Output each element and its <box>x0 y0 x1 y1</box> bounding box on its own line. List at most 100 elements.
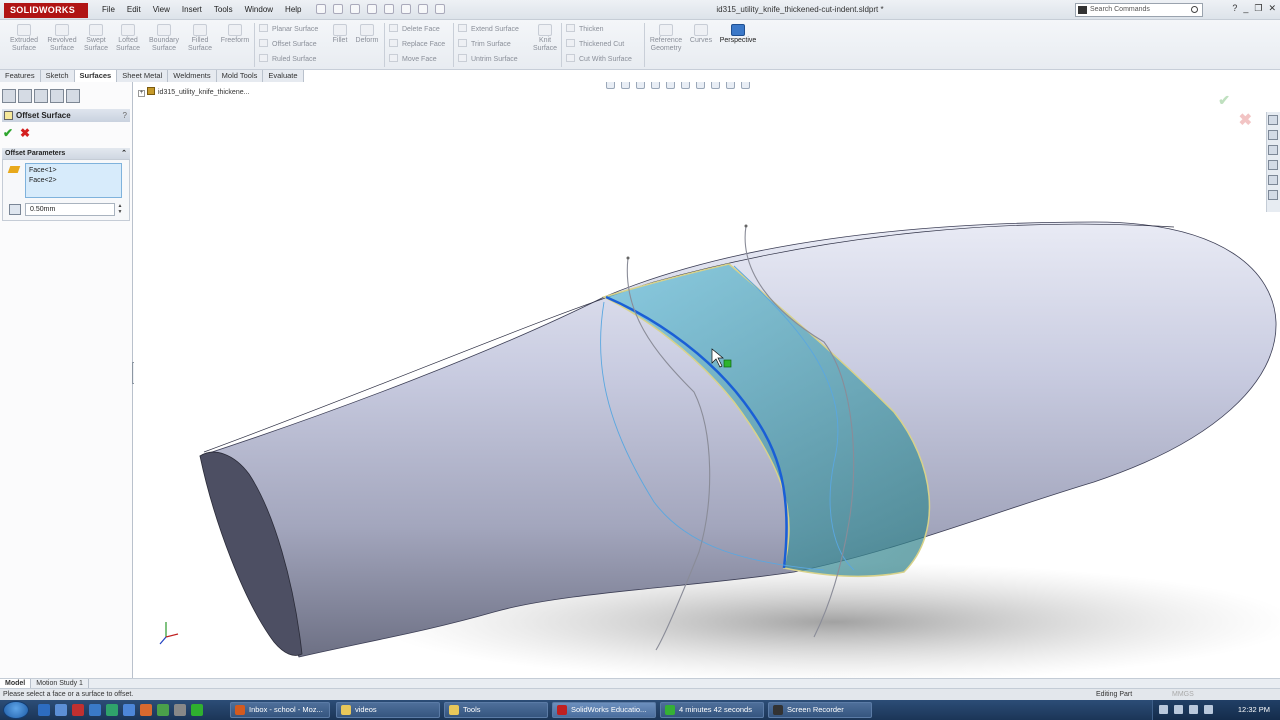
ok-button[interactable]: ✔ <box>3 126 13 140</box>
search-icon[interactable] <box>1191 6 1198 13</box>
list-item[interactable]: Face<2> <box>29 176 118 186</box>
clock[interactable]: 12:32 PM <box>1238 700 1270 720</box>
thicken-button[interactable]: Thicken <box>566 24 604 34</box>
fillet-button[interactable]: Fillet <box>326 24 354 45</box>
tray-up-arrow-icon[interactable] <box>1159 705 1168 714</box>
restore-icon[interactable]: ❐ <box>1254 3 1262 14</box>
filled-surface-button[interactable]: Filled Surface <box>184 24 216 53</box>
app-icon[interactable] <box>191 704 203 716</box>
tab-sheet-metal[interactable]: Sheet Metal <box>117 70 169 82</box>
menu-edit[interactable]: Edit <box>121 0 147 20</box>
perspective-button[interactable]: Perspective <box>716 24 760 45</box>
status-units[interactable]: MMGS <box>1172 689 1194 700</box>
action-center-icon[interactable] <box>1204 705 1213 714</box>
solidworks-launch-icon[interactable] <box>72 704 84 716</box>
list-item[interactable]: Face<1> <box>29 166 118 176</box>
extruded-surface-button[interactable]: Extruded Surface <box>6 24 42 53</box>
dimxpert-manager-icon[interactable] <box>50 89 64 103</box>
network-icon[interactable] <box>1174 705 1183 714</box>
collapse-icon[interactable]: ⌃ <box>121 148 127 159</box>
trim-surface-button[interactable]: Trim Surface <box>458 39 511 49</box>
menu-file[interactable]: File <box>96 0 121 20</box>
help-icon[interactable]: ? <box>123 109 127 122</box>
zoom-area-icon[interactable] <box>621 82 630 89</box>
view-palette-icon[interactable] <box>1268 160 1278 170</box>
move-face-button[interactable]: Move Face <box>389 54 437 64</box>
taskbar-item-inbox[interactable]: Inbox - school - Moz... <box>230 702 330 718</box>
lofted-surface-button[interactable]: Lofted Surface <box>112 24 144 53</box>
print-icon[interactable] <box>367 4 377 14</box>
app-icon[interactable] <box>157 704 169 716</box>
close-icon[interactable]: ✕ <box>1268 3 1276 14</box>
knife-handle-model[interactable] <box>134 82 1280 678</box>
offset-distance-input[interactable]: 0.50mm <box>25 203 115 216</box>
menu-tools[interactable]: Tools <box>208 0 239 20</box>
ruled-surface-button[interactable]: Ruled Surface <box>259 54 316 64</box>
hide-show-items-icon[interactable] <box>696 82 705 89</box>
volume-icon[interactable] <box>1189 705 1198 714</box>
tab-motion-study[interactable]: Motion Study 1 <box>31 679 89 688</box>
edit-appearance-icon[interactable] <box>711 82 720 89</box>
knit-surface-button[interactable]: Knit Surface <box>530 24 560 53</box>
menu-view[interactable]: View <box>147 0 176 20</box>
untrim-surface-button[interactable]: Untrim Surface <box>458 54 518 64</box>
distance-spinner[interactable]: ▲ ▼ <box>116 203 124 216</box>
firefox-icon[interactable] <box>140 704 152 716</box>
tab-features[interactable]: Features <box>0 70 41 82</box>
graphics-area[interactable]: + id315_utility_knife_thickene... ✔ ✖ <box>134 82 1280 678</box>
taskbar-item-tools[interactable]: Tools <box>444 702 548 718</box>
taskbar-item-timer[interactable]: 4 minutes 42 seconds <box>660 702 764 718</box>
word-icon[interactable] <box>123 704 135 716</box>
revolved-surface-button[interactable]: Revolved Surface <box>44 24 80 53</box>
start-button[interactable] <box>3 701 29 719</box>
extend-surface-button[interactable]: Extend Surface <box>458 24 519 34</box>
apply-scene-icon[interactable] <box>726 82 735 89</box>
deform-button[interactable]: Deform <box>352 24 382 45</box>
confirmation-ok-icon[interactable]: ✔ <box>1218 92 1230 109</box>
taskbar-item-videos[interactable]: videos <box>336 702 440 718</box>
curves-button[interactable]: Curves <box>688 24 714 45</box>
swept-surface-button[interactable]: Swept Surface <box>80 24 112 53</box>
options-icon[interactable] <box>435 4 445 14</box>
save-icon[interactable] <box>350 4 360 14</box>
ie-icon[interactable] <box>89 704 101 716</box>
thickened-cut-button[interactable]: Thickened Cut <box>566 39 624 49</box>
taskbar-item-solidworks[interactable]: SolidWorks Educatio... <box>552 702 656 718</box>
configuration-manager-icon[interactable] <box>34 89 48 103</box>
taskbar-item-screen-recorder[interactable]: Screen Recorder <box>768 702 872 718</box>
view-orientation-icon[interactable] <box>666 82 675 89</box>
tab-model[interactable]: Model <box>0 679 32 688</box>
tab-sketch[interactable]: Sketch <box>40 70 75 82</box>
offset-surface-button[interactable]: Offset Surface <box>259 39 317 49</box>
minimize-icon[interactable]: _ <box>1243 3 1248 14</box>
boundary-surface-button[interactable]: Boundary Surface <box>146 24 182 53</box>
reference-geometry-button[interactable]: Reference Geometry <box>646 24 686 53</box>
tab-surfaces[interactable]: Surfaces <box>74 70 118 82</box>
confirmation-cancel-icon[interactable]: ✖ <box>1239 110 1252 130</box>
new-document-icon[interactable] <box>316 4 326 14</box>
section-view-icon[interactable] <box>651 82 660 89</box>
delete-face-button[interactable]: Delete Face <box>389 24 440 34</box>
view-settings-icon[interactable] <box>741 82 750 89</box>
cut-with-surface-button[interactable]: Cut With Surface <box>566 54 632 64</box>
tab-weldments[interactable]: Weldments <box>168 70 217 82</box>
app-icon[interactable] <box>106 704 118 716</box>
rebuild-icon[interactable] <box>418 4 428 14</box>
zoom-to-fit-icon[interactable] <box>606 82 615 89</box>
app-icon[interactable] <box>174 704 186 716</box>
undo-icon[interactable] <box>384 4 394 14</box>
offset-parameters-header[interactable]: Offset Parameters ⌃ <box>2 148 130 159</box>
freeform-button[interactable]: Freeform <box>218 24 252 45</box>
menu-help[interactable]: Help <box>279 0 307 20</box>
search-commands-input[interactable]: Search Commands <box>1075 3 1203 17</box>
display-manager-icon[interactable] <box>66 89 80 103</box>
menu-window[interactable]: Window <box>239 0 279 20</box>
file-explorer-icon[interactable] <box>1268 145 1278 155</box>
feature-tree-root[interactable]: + id315_utility_knife_thickene... <box>138 87 249 97</box>
show-desktop-icon[interactable] <box>38 704 50 716</box>
explorer-icon[interactable] <box>55 704 67 716</box>
expand-icon[interactable]: + <box>138 90 145 97</box>
custom-properties-icon[interactable] <box>1268 190 1278 200</box>
property-manager-icon[interactable] <box>18 89 32 103</box>
select-icon[interactable] <box>401 4 411 14</box>
